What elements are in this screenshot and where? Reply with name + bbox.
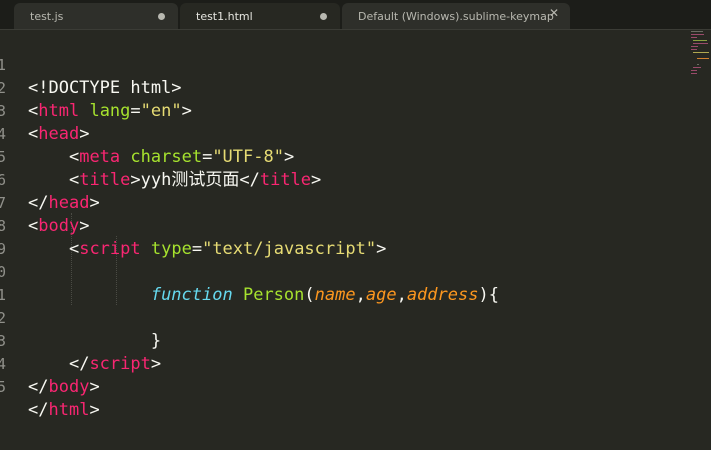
close-icon[interactable]: ✕ — [549, 7, 559, 19]
code-line: 7 <body> — [0, 169, 690, 236]
code-line: 9 — [0, 215, 690, 258]
code-line: 5 <title>yyh测试页面</title> — [0, 123, 690, 190]
tab-label: test.js — [30, 10, 64, 23]
code-line: 0 function Person(name,age,address){ — [0, 238, 690, 305]
code-line: 3 <head> — [0, 77, 690, 144]
code-line: 1 — [0, 261, 690, 304]
tab-bar: test.js test1.html Default (Windows).sub… — [0, 0, 711, 30]
code-line: 5 </html> — [0, 353, 690, 420]
code-line: 8 <script type="text/javascript"> — [0, 192, 690, 259]
tab-label: test1.html — [196, 10, 253, 23]
minimap[interactable] — [689, 29, 711, 89]
code-line: 3 </script> — [0, 307, 690, 374]
code-line: 6 </head> — [0, 146, 690, 213]
code-line: 2 <html lang="en"> — [0, 54, 690, 121]
code-line: 4 <meta charset="UTF-8"> — [0, 100, 690, 167]
tab-test1-html[interactable]: test1.html — [180, 3, 340, 29]
unsaved-dot-icon[interactable] — [320, 13, 327, 20]
tab-test-js[interactable]: test.js — [14, 3, 178, 29]
code-line: 1 <!DOCTYPE html> — [0, 31, 690, 98]
code-editor[interactable]: 1 <!DOCTYPE html> 2 <html lang="en"> 3 <… — [0, 29, 690, 450]
code-line: 4 </body> — [0, 330, 690, 397]
code-line: 2 } — [0, 284, 690, 351]
line-number: 5 — [0, 378, 6, 396]
tab-default-keymap[interactable]: Default (Windows).sublime-keymap ✕ — [342, 3, 570, 29]
unsaved-dot-icon[interactable] — [158, 13, 165, 20]
tab-label: Default (Windows).sublime-keymap — [358, 10, 554, 23]
